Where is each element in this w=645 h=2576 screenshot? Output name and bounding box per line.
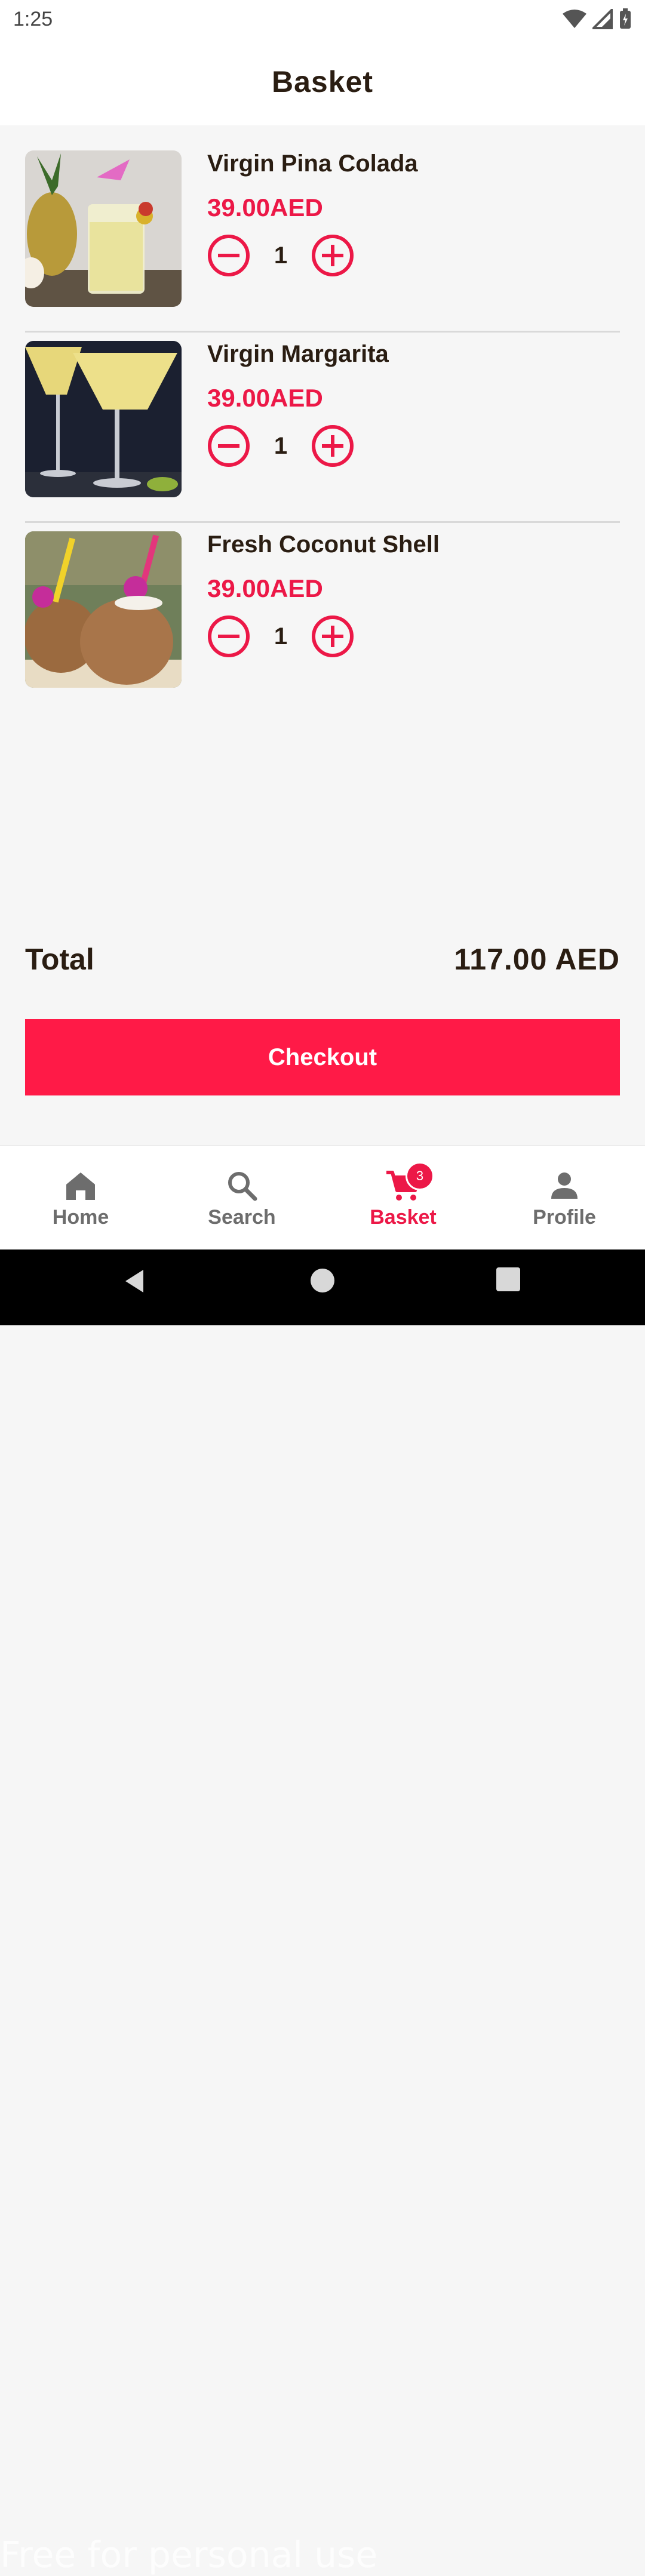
- nav-home-label: Home: [52, 1206, 109, 1229]
- nav-profile-label: Profile: [533, 1206, 596, 1229]
- item-name: Fresh Coconut Shell: [207, 531, 440, 558]
- watermark-text: Free for personal use: [0, 2534, 378, 2576]
- increase-quantity-button[interactable]: [311, 615, 354, 658]
- recents-icon[interactable]: [495, 1266, 521, 1292]
- quantity-stepper: 1: [207, 615, 354, 658]
- basket-item: Virgin Pina Colada 39.00AED 1: [25, 150, 620, 333]
- status-icons: [563, 8, 632, 30]
- bottom-nav: Home Search 3 Basket Profile: [0, 1145, 645, 1251]
- increase-quantity-button[interactable]: [311, 424, 354, 467]
- increase-quantity-button[interactable]: [311, 234, 354, 277]
- item-price: 39.00AED: [207, 193, 323, 221]
- basket-item: Fresh Coconut Shell 39.00AED 1: [25, 531, 620, 712]
- home-icon: [66, 1172, 95, 1200]
- home-circle-icon[interactable]: [308, 1266, 337, 1295]
- nav-home[interactable]: Home: [0, 1146, 161, 1251]
- basket-list: Virgin Pina Colada 39.00AED 1 Virgin Mar…: [25, 150, 620, 720]
- quantity-stepper: 1: [207, 424, 354, 467]
- quantity-value: 1: [274, 242, 288, 269]
- system-nav-bar: Free for personal use: [0, 1249, 645, 2576]
- nav-basket[interactable]: 3 Basket: [322, 1146, 484, 1251]
- cart-count-badge: 3: [406, 1162, 434, 1190]
- battery-icon: [620, 8, 631, 29]
- nav-profile[interactable]: Profile: [484, 1146, 645, 1251]
- plus-circle-icon: [312, 235, 354, 276]
- coconut-shell-image: [25, 531, 182, 688]
- nav-basket-label: Basket: [370, 1206, 437, 1229]
- item-name: Virgin Margarita: [207, 341, 389, 367]
- app-header: Basket: [0, 38, 645, 125]
- status-bar: 1:25: [0, 0, 645, 38]
- checkout-button[interactable]: Checkout: [25, 1019, 620, 1095]
- total-value: 117.00 AED: [454, 943, 620, 976]
- plus-circle-icon: [312, 425, 354, 467]
- total-label: Total: [25, 943, 94, 976]
- pina-colada-image: [25, 150, 182, 307]
- search-icon: [228, 1172, 257, 1201]
- person-icon: [551, 1172, 578, 1199]
- decrease-quantity-button[interactable]: [207, 424, 250, 467]
- decrease-quantity-button[interactable]: [207, 615, 250, 658]
- margarita-image: [25, 341, 182, 497]
- wifi-icon: [563, 10, 586, 28]
- plus-circle-icon: [312, 615, 354, 657]
- item-price: 39.00AED: [207, 574, 323, 602]
- quantity-value: 1: [274, 623, 288, 650]
- status-time: 1:25: [13, 7, 53, 30]
- decrease-quantity-button[interactable]: [207, 234, 250, 277]
- total-row: Total 117.00 AED: [25, 942, 620, 977]
- quantity-stepper: 1: [207, 234, 354, 277]
- minus-circle-icon: [208, 615, 250, 657]
- nav-search[interactable]: Search: [161, 1146, 322, 1251]
- nav-search-label: Search: [208, 1206, 276, 1229]
- minus-circle-icon: [208, 425, 250, 467]
- item-price: 39.00AED: [207, 384, 323, 412]
- back-icon[interactable]: [119, 1266, 149, 1296]
- basket-item: Virgin Margarita 39.00AED 1: [25, 341, 620, 523]
- item-name: Virgin Pina Colada: [207, 150, 418, 177]
- signal-icon: [592, 9, 613, 29]
- quantity-value: 1: [274, 432, 288, 459]
- page-title: Basket: [272, 65, 373, 99]
- minus-circle-icon: [208, 235, 250, 276]
